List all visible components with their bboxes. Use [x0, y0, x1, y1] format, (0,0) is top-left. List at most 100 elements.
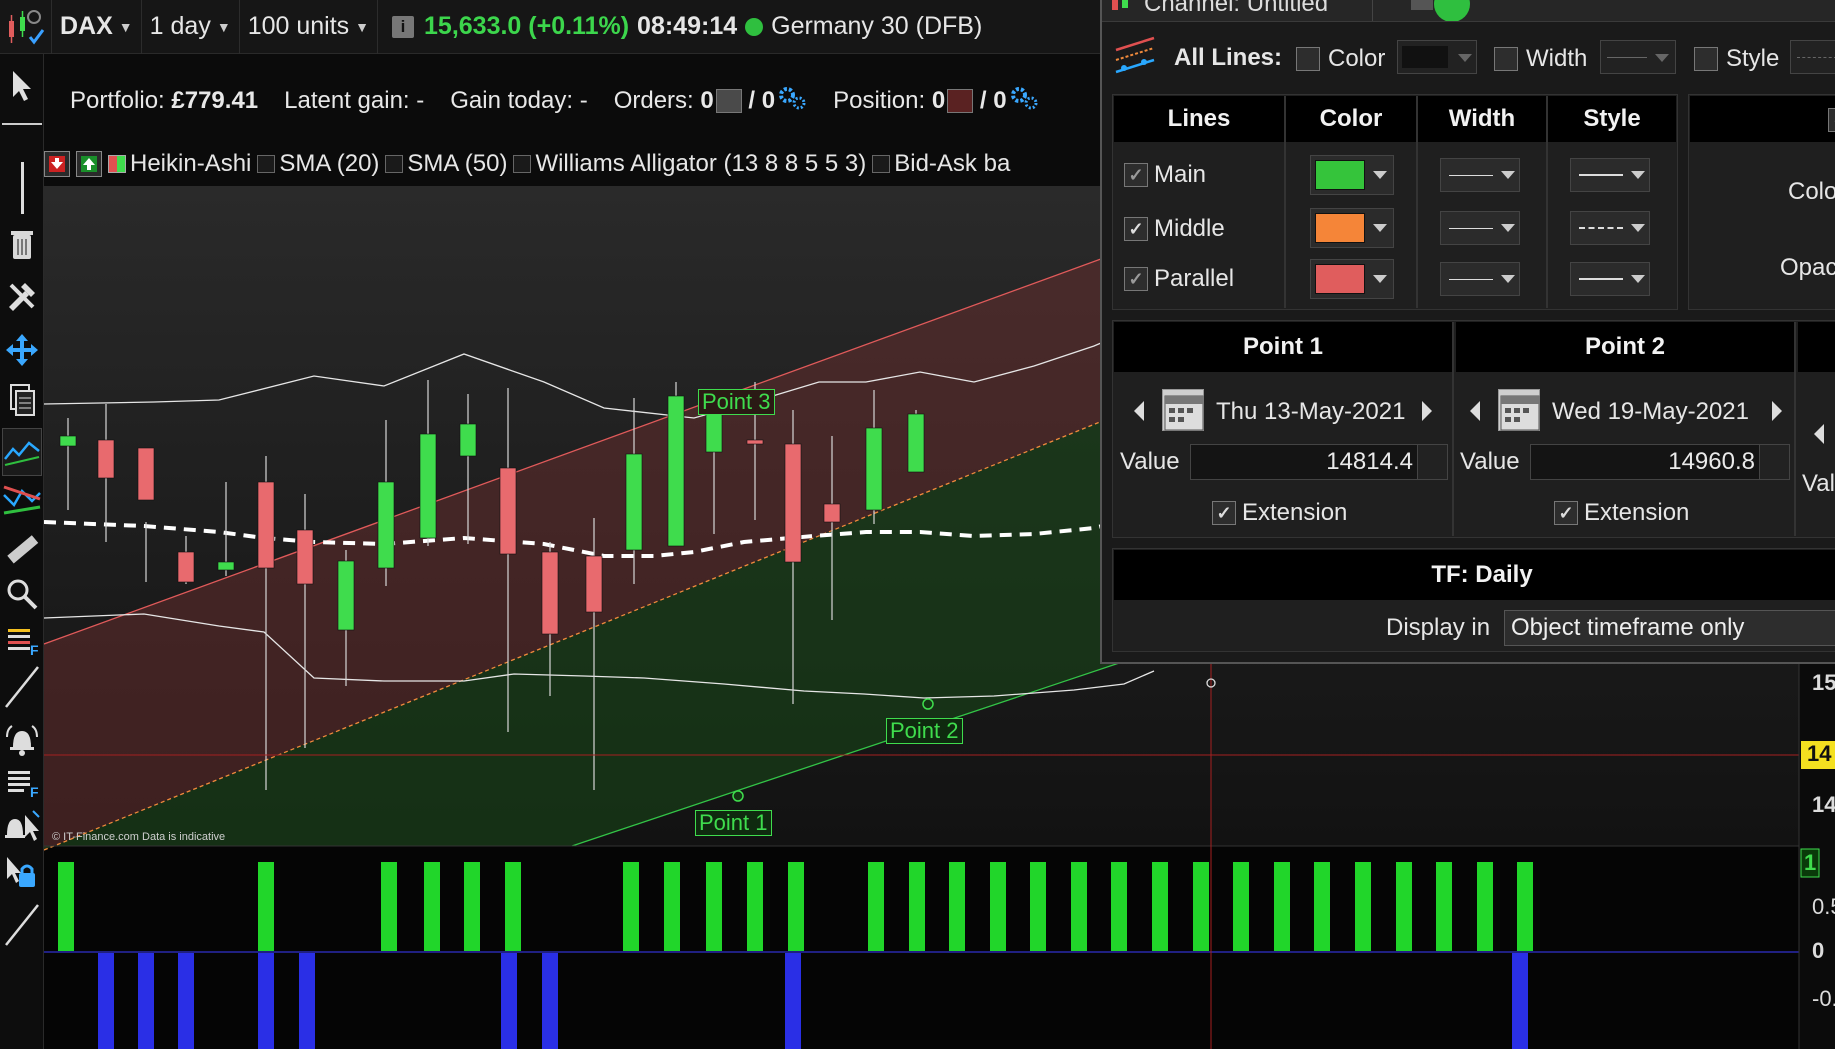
parallel-style-dropdown[interactable]: [1570, 262, 1650, 296]
point1-date[interactable]: Thu 13-May-2021: [1216, 398, 1405, 426]
checkbox[interactable]: [257, 155, 276, 173]
trash-icon[interactable]: [2, 224, 42, 264]
zoom-icon[interactable]: [2, 574, 42, 614]
candle-body: [907, 413, 925, 473]
point1-label[interactable]: Point 1: [695, 810, 772, 836]
all-color-checkbox[interactable]: [1296, 47, 1320, 71]
trendline-icon[interactable]: [2, 662, 42, 712]
sell-arrow-icon[interactable]: [44, 151, 70, 177]
instrument-select[interactable]: DAX ▼: [52, 0, 142, 54]
calendar-icon[interactable]: [1162, 389, 1204, 431]
orders-item: Orders: 0 / 0: [614, 85, 807, 118]
point2-anchor[interactable]: [922, 698, 934, 710]
histogram-bar-up: [1274, 862, 1290, 951]
tf-header: TF: Daily: [1114, 550, 1835, 600]
checkbox[interactable]: [872, 155, 891, 173]
channel-draw-icon[interactable]: [2, 478, 42, 522]
spinner-icon[interactable]: [1417, 445, 1447, 479]
parallel-color-dropdown[interactable]: [1310, 259, 1394, 299]
fill-checkbox[interactable]: ✓: [1828, 108, 1835, 132]
point3-prev-arrow[interactable]: [1814, 424, 1824, 444]
main-style-dropdown[interactable]: [1570, 158, 1650, 192]
point2-date[interactable]: Wed 19-May-2021: [1552, 398, 1749, 426]
point2-value-input[interactable]: 14960.8: [1530, 444, 1790, 480]
point2-prev-arrow[interactable]: [1470, 401, 1480, 421]
gear-icon[interactable]: [777, 85, 807, 118]
lines-header: Lines: [1114, 96, 1284, 142]
histogram-bar-up: [1071, 862, 1087, 951]
tools-icon[interactable]: [2, 276, 42, 316]
candle-body: [97, 439, 115, 479]
calendar-icon[interactable]: [1498, 389, 1540, 431]
ruler-icon[interactable]: [2, 530, 42, 570]
checkbox[interactable]: [385, 155, 404, 173]
point2-extension-checkbox[interactable]: ✓: [1554, 501, 1578, 525]
middle-color-dropdown[interactable]: [1310, 208, 1394, 248]
line-tool-icon[interactable]: [2, 900, 42, 950]
vertical-line-icon[interactable]: [2, 158, 42, 218]
buy-arrow-icon[interactable]: [76, 151, 102, 177]
indicator-sma-50[interactable]: SMA (50): [385, 150, 507, 178]
all-style-dropdown[interactable]: [1790, 40, 1835, 74]
gear-icon[interactable]: [1009, 85, 1039, 118]
cursor-icon[interactable]: [2, 66, 42, 106]
spinner-icon[interactable]: [1759, 445, 1789, 479]
middle-color-swatch: [1315, 213, 1365, 243]
lock-cursor-icon[interactable]: [2, 852, 42, 892]
point2-next-arrow[interactable]: [1772, 401, 1782, 421]
point1-next-arrow[interactable]: [1422, 401, 1432, 421]
indicator-bid-ask[interactable]: Bid-Ask ba: [872, 150, 1010, 178]
histogram-bar-up: [664, 862, 680, 951]
point3-label[interactable]: Point 3: [698, 389, 775, 415]
indicator-sma-20[interactable]: SMA (20): [257, 150, 379, 178]
histogram-bar-down: [299, 953, 315, 1049]
display-in-select[interactable]: Object timeframe only: [1504, 610, 1835, 646]
checkbox[interactable]: [513, 155, 532, 173]
point1-extension-checkbox[interactable]: ✓: [1212, 501, 1236, 525]
parallel-width-dropdown[interactable]: [1440, 262, 1520, 296]
opacity-label: Opacity: [1780, 254, 1835, 281]
dialog-titlebar[interactable]: Channel: Untitled: [1102, 0, 1835, 22]
screener-f-icon[interactable]: F: [2, 762, 42, 802]
main-checkbox[interactable]: ✓: [1124, 163, 1148, 187]
timeframe-select[interactable]: 1 day ▼: [142, 0, 240, 54]
move-icon[interactable]: [2, 330, 42, 370]
app-logo-icon[interactable]: [0, 0, 52, 54]
point2-extension[interactable]: ✓ Extension: [1554, 498, 1689, 528]
all-width-dropdown[interactable]: [1600, 40, 1676, 74]
indicator-williams-alligator[interactable]: Williams Alligator (13 8 8 5 5 3): [513, 150, 866, 178]
row-parallel[interactable]: ✓ Parallel: [1124, 264, 1234, 294]
axis-label: 14: [1812, 792, 1835, 817]
all-color-dropdown[interactable]: [1397, 40, 1477, 74]
point1-anchor[interactable]: [732, 790, 744, 802]
histogram-bar-up: [1436, 862, 1452, 951]
indicator-f-icon[interactable]: F: [2, 620, 42, 660]
units-select[interactable]: 100 units ▼: [240, 0, 379, 54]
row-middle[interactable]: ✓ Middle: [1124, 214, 1225, 244]
main-width-dropdown[interactable]: [1440, 158, 1520, 192]
middle-style-dropdown[interactable]: [1570, 211, 1650, 245]
main-color-swatch: [1315, 160, 1365, 190]
documents-icon[interactable]: [2, 380, 42, 420]
alert-cursor-icon[interactable]: [2, 806, 42, 846]
histogram-bar-up: [706, 862, 722, 951]
middle-width-dropdown[interactable]: [1440, 211, 1520, 245]
point1-extension[interactable]: ✓ Extension: [1212, 498, 1347, 528]
cancel-orders-icon[interactable]: [715, 89, 742, 113]
point1-value-input[interactable]: 14814.4: [1190, 444, 1448, 480]
point2-label[interactable]: Point 2: [886, 718, 963, 744]
indicator-heikin-ashi[interactable]: Heikin-Ashi: [108, 150, 251, 178]
parallel-checkbox[interactable]: ✓: [1124, 267, 1148, 291]
point1-prev-arrow[interactable]: [1134, 401, 1144, 421]
all-style-checkbox[interactable]: [1694, 47, 1718, 71]
chevron-down-icon: ▼: [216, 18, 231, 35]
info-icon[interactable]: i: [392, 15, 415, 38]
main-color-dropdown[interactable]: [1310, 155, 1394, 195]
all-width-checkbox[interactable]: [1494, 47, 1518, 71]
histogram-bar-up: [1030, 862, 1046, 951]
alert-bell-icon[interactable]: [2, 720, 42, 760]
close-position-icon[interactable]: [947, 89, 974, 113]
row-main[interactable]: ✓ Main: [1124, 160, 1206, 190]
middle-checkbox[interactable]: ✓: [1124, 217, 1148, 241]
channel-tool-icon[interactable]: [2, 428, 42, 476]
